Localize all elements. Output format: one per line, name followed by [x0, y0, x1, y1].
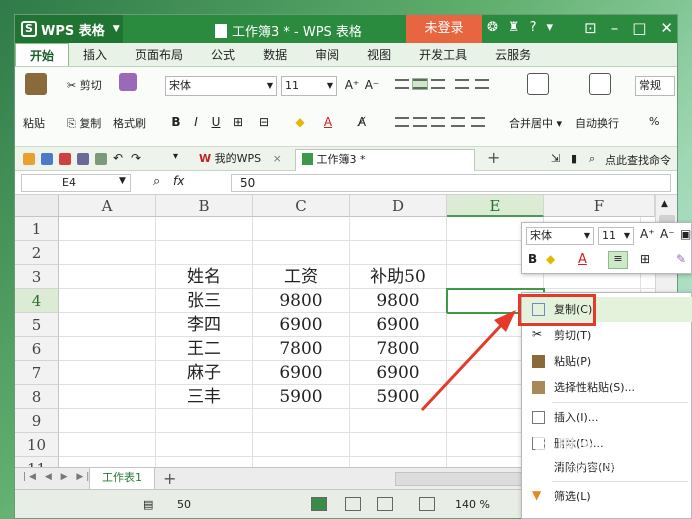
watermark-url: jingyan.baidu.com [560, 460, 662, 473]
arrow-shaft [420, 318, 508, 412]
watermark: 百度经验 [532, 436, 629, 461]
